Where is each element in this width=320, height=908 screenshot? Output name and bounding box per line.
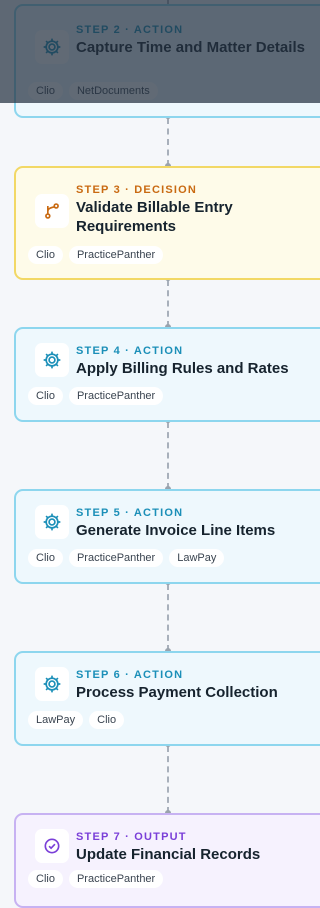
step-label: STEP 2 · ACTION: [76, 24, 184, 36]
tool-tag: Clio: [28, 549, 63, 567]
gear-icon: [35, 343, 69, 377]
tool-tag: LawPay: [28, 711, 84, 729]
tool-tag: PracticePanther: [68, 549, 164, 567]
gear-icon: [35, 667, 69, 701]
tool-tag: Clio: [28, 870, 63, 888]
step-label: STEP 7 · OUTPUT: [76, 831, 187, 843]
tool-tag: PracticePanther: [68, 246, 164, 264]
flow-connector: [167, 746, 169, 813]
tool-tag: PracticePanther: [68, 387, 164, 405]
tool-tags: LawPay Clio: [28, 711, 125, 729]
step-title: Apply Billing Rules and Rates: [76, 360, 289, 377]
step-label: STEP 3 · DECISION: [76, 184, 198, 196]
flow-connector: [167, 422, 169, 489]
step-label: STEP 6 · ACTION: [76, 669, 184, 681]
tool-tags: Clio NetDocuments: [28, 82, 158, 100]
step-card-5[interactable]: STEP 5 · ACTION Generate Invoice Line It…: [14, 489, 320, 584]
step-title: Validate Billable Entry Requirements: [76, 199, 233, 235]
step-card-3[interactable]: STEP 3 · DECISION Validate Billable Entr…: [14, 166, 320, 280]
step-card-7[interactable]: STEP 7 · OUTPUT Update Financial Records…: [14, 813, 320, 908]
tool-tag: Clio: [89, 711, 125, 729]
tool-tags: Clio PracticePanther: [28, 246, 164, 264]
check-circle-icon: [35, 829, 69, 863]
flow-connector: [167, 118, 169, 166]
tool-tag: NetDocuments: [68, 82, 158, 100]
step-title: Generate Invoice Line Items: [76, 522, 276, 539]
step-card-6[interactable]: STEP 6 · ACTION Process Payment Collecti…: [14, 651, 320, 746]
tool-tag: Clio: [28, 82, 63, 100]
step-title: Process Payment Collection: [76, 684, 278, 701]
step-title: Capture Time and Matter Details: [76, 39, 305, 56]
tool-tag: LawPay: [169, 549, 225, 567]
flow-connector: [167, 280, 169, 327]
step-label: STEP 5 · ACTION: [76, 507, 184, 519]
tool-tags: Clio PracticePanther: [28, 870, 164, 888]
tool-tags: Clio PracticePanther: [28, 387, 164, 405]
step-label: STEP 4 · ACTION: [76, 345, 184, 357]
step-card-2[interactable]: STEP 2 · ACTION Capture Time and Matter …: [14, 4, 320, 118]
tool-tag: PracticePanther: [68, 870, 164, 888]
gear-icon: [35, 505, 69, 539]
flow-connector: [167, 584, 169, 651]
step-title: Update Financial Records: [76, 846, 261, 863]
branch-icon: [35, 194, 69, 228]
tool-tag: Clio: [28, 387, 63, 405]
tool-tag: Clio: [28, 246, 63, 264]
tool-tags: Clio PracticePanther LawPay: [28, 549, 225, 567]
gear-icon: [35, 30, 69, 64]
step-card-4[interactable]: STEP 4 · ACTION Apply Billing Rules and …: [14, 327, 320, 422]
